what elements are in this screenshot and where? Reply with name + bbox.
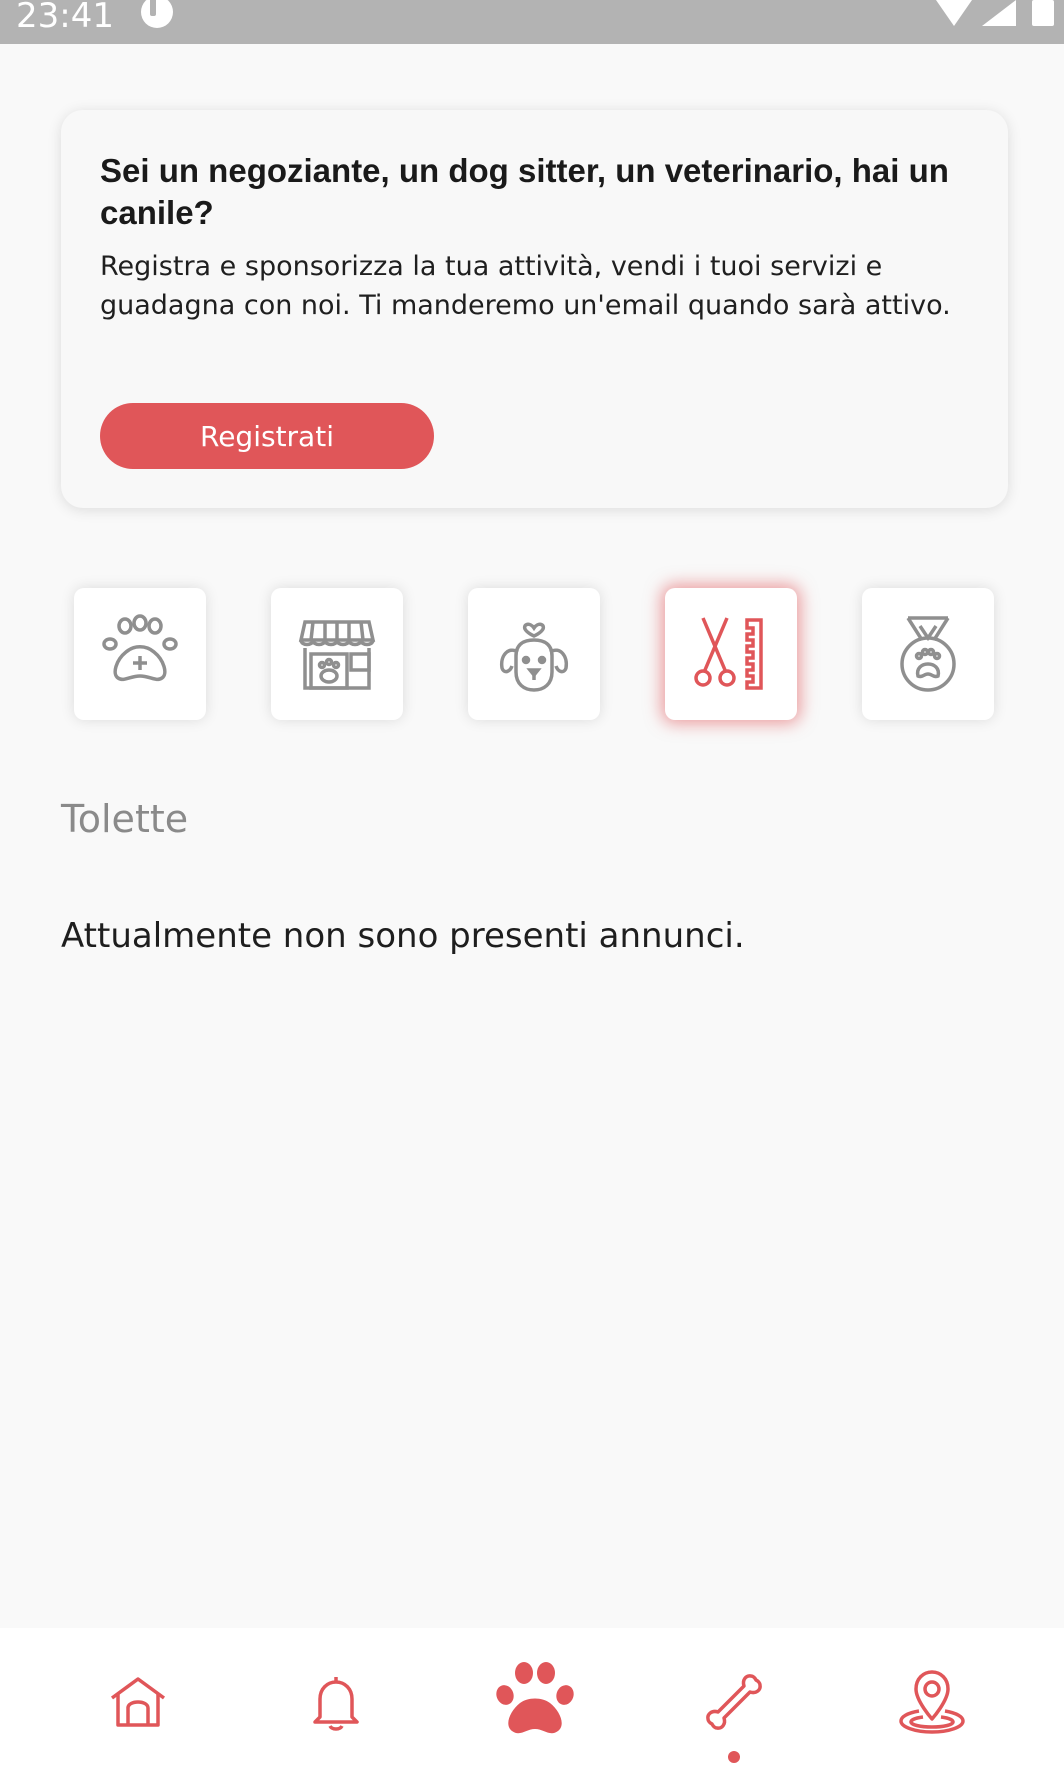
dog-heart-icon [499,622,569,692]
section-title: Tolette [61,797,189,841]
status-bar: 23:41 [0,0,1064,44]
register-button[interactable]: Registrati [100,403,434,469]
bone-icon [706,1674,762,1730]
empty-listings-message: Attualmente non sono presenti annunci. [61,916,745,956]
category-selector [0,574,1064,734]
nav-services[interactable] [684,1652,784,1752]
promo-title: Sei un negoziante, un dog sitter, un vet… [100,152,949,231]
nav-map[interactable] [882,1652,982,1752]
promo-description: Registra e sponsorizza la tua attività, … [100,251,951,321]
category-dog-awards[interactable] [862,588,994,720]
dog-house-icon [110,1677,166,1727]
category-paw-plus[interactable] [74,588,206,720]
category-dog-adoption[interactable] [468,588,600,720]
category-grooming[interactable] [665,588,797,720]
active-nav-indicator [728,1751,740,1763]
paw-plus-icon [102,614,178,682]
category-pet-shop[interactable] [271,588,403,720]
map-pin-icon [899,1670,965,1734]
bell-icon [313,1677,359,1731]
status-time: 23:41 [16,0,114,36]
bottom-navigation [0,1628,1064,1777]
grooming-scissors-comb-icon [694,617,763,690]
pet-shop-icon [298,620,376,690]
app-notification-icon [138,0,176,34]
battery-icon [1032,0,1054,26]
dog-medal-icon [900,616,956,692]
business-promo-card: Sei un negoziante, un dog sitter, un vet… [61,110,1008,508]
nav-pets[interactable] [485,1652,585,1752]
paw-icon [496,1662,574,1734]
wifi-icon [936,0,972,26]
signal-icon [982,0,1016,26]
nav-home[interactable] [88,1652,188,1752]
nav-notifications[interactable] [286,1652,386,1752]
